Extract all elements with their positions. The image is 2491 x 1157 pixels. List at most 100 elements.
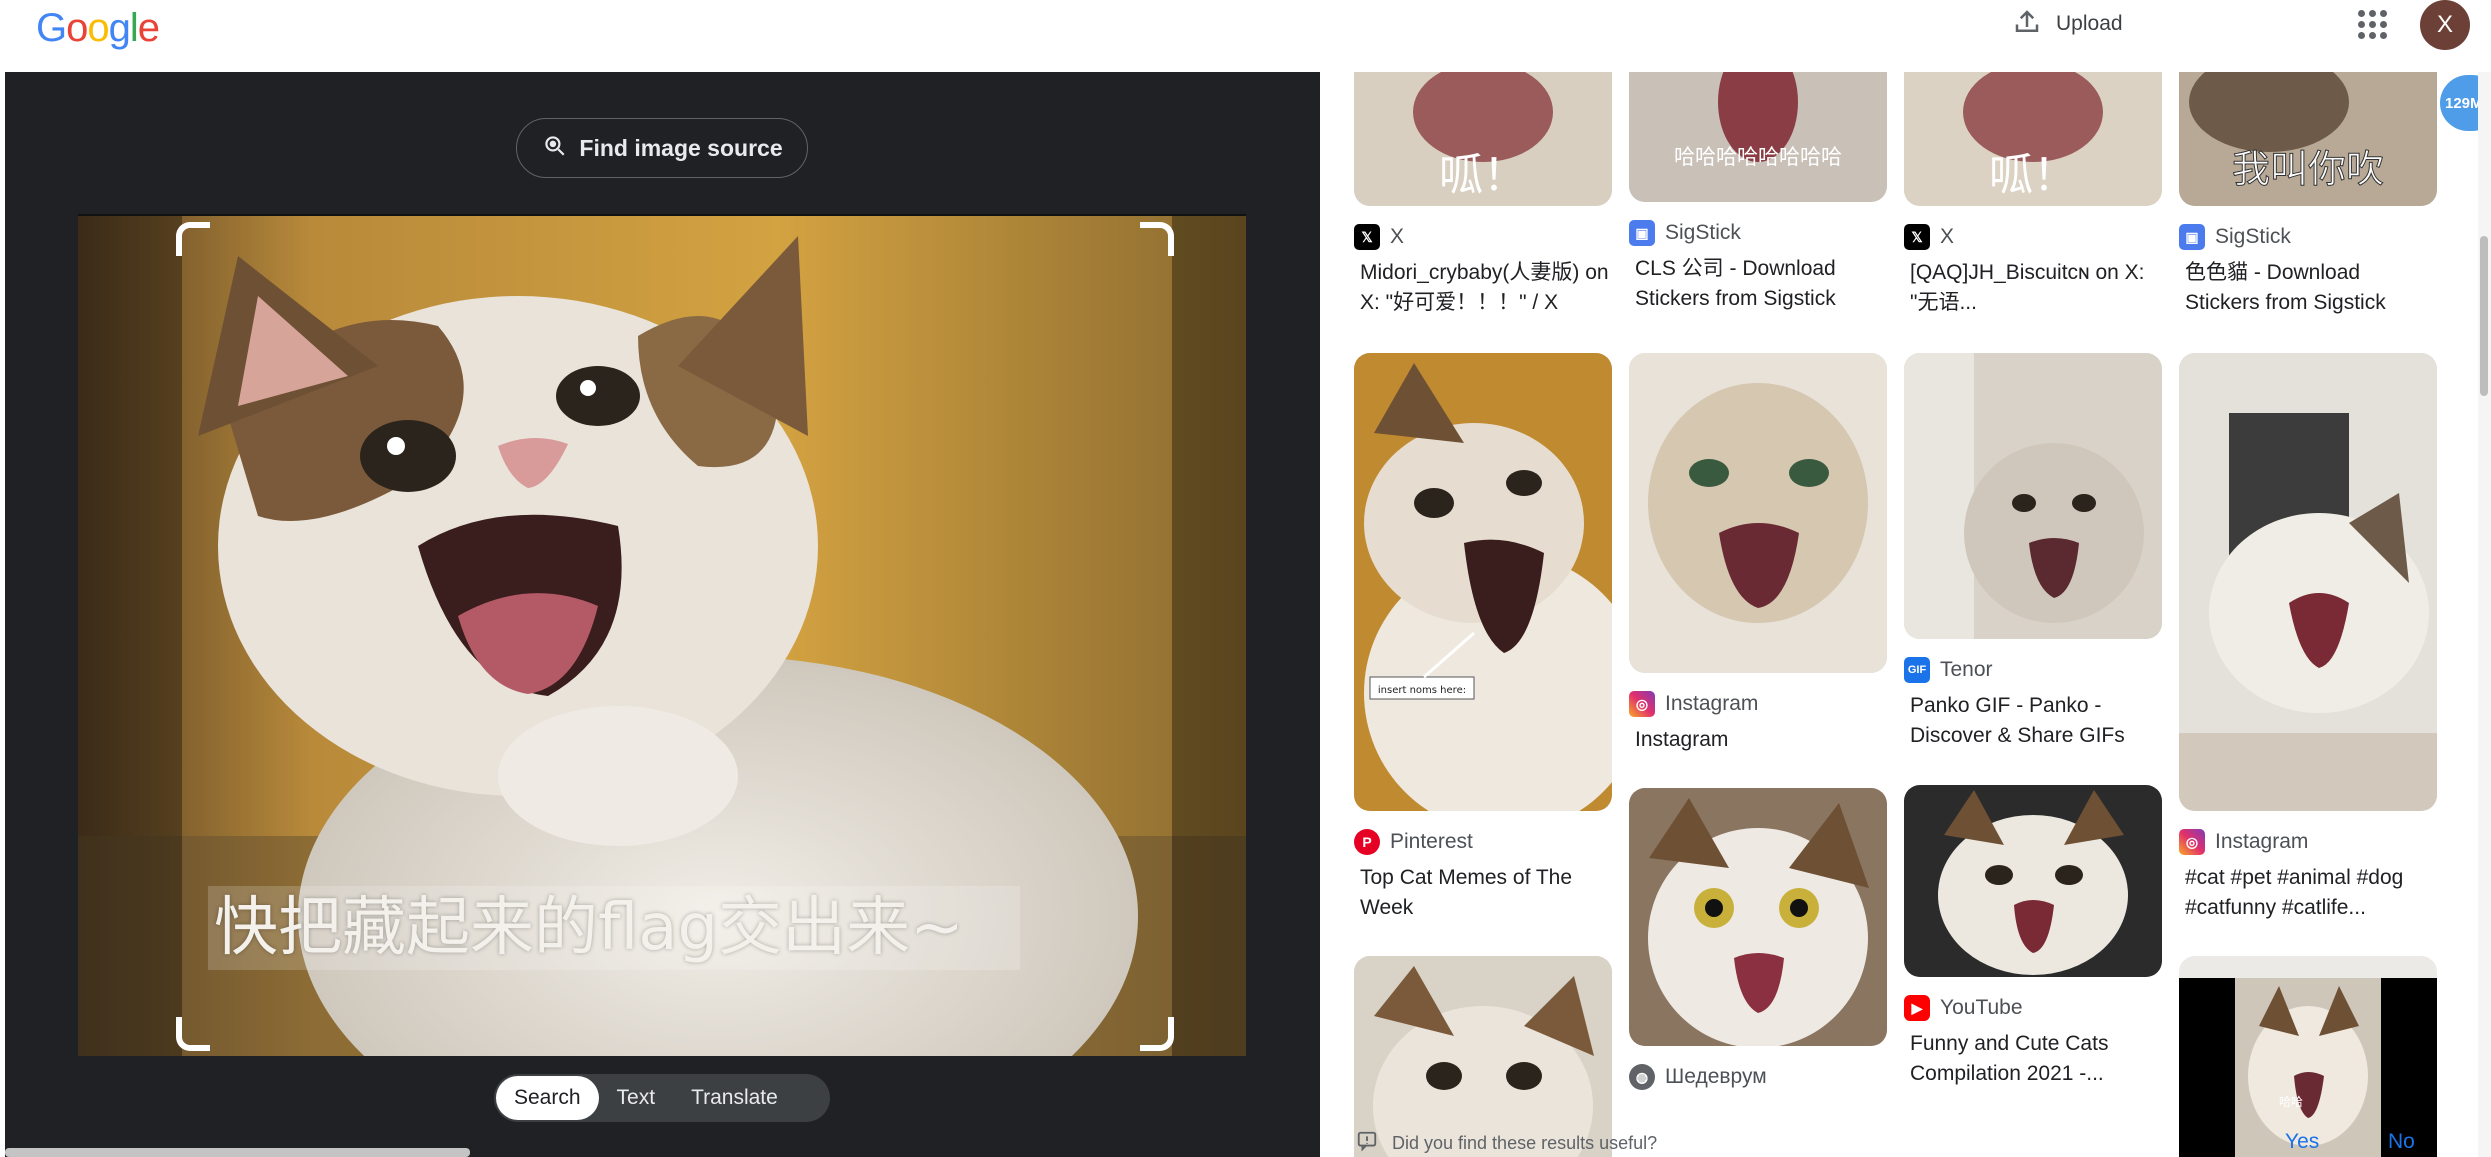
find-image-source-label: Find image source [579,134,783,161]
avatar-letter: X [2436,11,2453,38]
thumb-caption: 哈哈哈哈哈哈哈哈 [1674,145,1842,169]
source-name: Instagram [2215,830,2309,853]
image-caption-text: 快把藏起来的flag交出来~ [208,886,1020,970]
source-name: SigStick [2215,225,2291,248]
result-thumbnail[interactable] [1904,785,2162,977]
result-thumbnail[interactable]: insert noms here: [1354,353,1612,811]
logo-letter: e [137,6,160,50]
result-title[interactable]: Funny and Cute Cats Compilation 2021 -..… [1904,1029,2162,1089]
result-source: ◍ Шедеврум [1629,1064,1887,1090]
result-card[interactable]: 哈哈哈哈哈哈哈哈 ▣ SigStick CLS 公司 - Download St… [1629,72,1887,314]
result-title[interactable]: CLS 公司 - Download Stickers from Sigstick [1629,254,1887,314]
result-source: 𝕏 X [1354,224,1612,250]
result-card[interactable] [1354,956,1612,1157]
result-title[interactable]: #cat #pet #animal #dog #catfunny #catlif… [2179,863,2437,923]
result-title[interactable]: Panko GIF - Panko - Discover & Share GIF… [1904,691,2162,751]
result-thumbnail[interactable]: 呱！ [1904,72,2162,206]
source-name: X [1940,225,1955,248]
thumb-caption: insert noms here: [1378,685,1466,696]
result-thumbnail[interactable] [1354,956,1612,1157]
feedback-yes-button[interactable]: Yes [2285,1130,2319,1154]
youtube-icon: ▶ [1904,995,1930,1021]
feedback-no-button[interactable]: No [2388,1130,2415,1154]
thumb-caption: 呱！ [1989,150,2077,201]
tab-translate[interactable]: Translate [673,1076,796,1120]
result-card[interactable]: 呱！ 𝕏 X Midori_crybaby(人妻版) on X: "好可爱！！！… [1354,72,1612,318]
result-source: ▣ SigStick [1629,220,1887,246]
results-scrollbar-track[interactable] [2478,72,2491,1157]
upload-label: Upload [2056,12,2123,35]
visual-matches-grid: 呱！ 𝕏 X Midori_crybaby(人妻版) on X: "好可爱！！！… [1320,72,2491,1157]
logo-letter: l [129,6,139,50]
apps-grid-icon[interactable] [2354,6,2390,42]
feedback-prompt: Did you find these results useful? [1356,1130,1657,1157]
result-thumbnail[interactable] [2179,353,2437,811]
result-card[interactable]: 哈哈 [2179,956,2437,1157]
tenor-gif-icon: GIF [1904,657,1930,683]
thumb-caption: 哈哈 [2279,1095,2303,1109]
result-thumbnail[interactable] [1629,788,1887,1046]
x-logo-icon: 𝕏 [1904,224,1930,250]
result-card[interactable]: 呱！ 𝕏 X [QAQ]JH_Biscuitcɴ on X: "无语... [1904,72,2162,318]
result-thumbnail[interactable]: 哈哈 [2179,956,2437,1157]
upload-button[interactable]: Upload [2000,4,2135,44]
feedback-question: Did you find these results useful? [1392,1133,1658,1153]
result-source: 𝕏 X [1904,224,2162,250]
find-image-source-button[interactable]: Find image source [516,118,808,178]
result-title[interactable]: Top Cat Memes of The Week [1354,863,1612,923]
tab-search[interactable]: Search [496,1076,599,1120]
result-thumbnail[interactable] [1904,353,2162,639]
logo-letter: g [108,6,131,50]
result-card[interactable]: 我叫你吹 ▣ SigStick 色色貓 - Download Stickers … [2179,72,2437,318]
sigstick-icon: ▣ [2179,224,2205,250]
source-name: SigStick [1665,221,1741,244]
tab-text[interactable]: Text [599,1076,674,1120]
source-name: YouTube [1940,996,2023,1019]
result-card[interactable]: insert noms here: P Pinterest Top Cat Me… [1354,353,1612,923]
lens-search-icon [541,132,567,164]
result-title[interactable]: [QAQ]JH_Biscuitcɴ on X: "无语... [1904,258,2162,318]
lens-mode-switcher: Search Text Translate [494,1074,830,1122]
crop-handle-bottom-left[interactable] [176,1017,210,1051]
result-card[interactable]: ◍ Шедеврум [1629,788,1887,1090]
feedback-icon [1356,1130,1378,1157]
crop-dim-right [1172,216,1246,1056]
result-card[interactable]: ▶ YouTube Funny and Cute Cats Compilatio… [1904,785,2162,1089]
memory-usage-text: 129M [2445,94,2483,112]
result-thumbnail[interactable]: 我叫你吹 [2179,72,2437,206]
result-thumbnail[interactable] [1629,353,1887,673]
result-source: ▣ SigStick [2179,224,2437,250]
result-title[interactable]: 色色貓 - Download Stickers from Sigstick [2179,258,2437,318]
result-card[interactable]: ◎ Instagram #cat #pet #animal #dog #catf… [2179,353,2437,923]
result-title[interactable]: Midori_crybaby(人妻版) on X: "好可爱！！！" / X [1354,258,1612,318]
source-name: Шедеврум [1665,1065,1767,1088]
thumb-caption: 我叫你吹 [2232,147,2384,191]
sigstick-icon: ▣ [1629,220,1655,246]
result-title[interactable]: Instagram [1629,725,1887,755]
x-logo-icon: 𝕏 [1354,224,1380,250]
top-header: Google Upload X [0,0,2491,72]
source-name: X [1390,225,1405,248]
result-card[interactable]: ◎ Instagram Instagram [1629,353,1887,755]
crop-handle-top-left[interactable] [176,222,210,256]
result-source: P Pinterest [1354,829,1612,855]
crop-dim-left [78,216,182,1056]
crop-handle-bottom-right[interactable] [1140,1017,1174,1051]
horizontal-scrollbar[interactable] [5,1148,470,1157]
source-name: Pinterest [1390,830,1473,853]
thumb-caption: 呱！ [1439,150,1527,201]
account-avatar[interactable]: X [2420,0,2470,50]
instagram-icon: ◎ [1629,691,1655,717]
crop-handle-top-right[interactable] [1140,222,1174,256]
result-source: ◎ Instagram [1629,691,1887,717]
google-logo[interactable]: Google [36,6,160,51]
result-source: ▶ YouTube [1904,995,2162,1021]
globe-icon: ◍ [1629,1064,1655,1090]
results-scrollbar-thumb[interactable] [2480,236,2488,396]
result-thumbnail[interactable]: 哈哈哈哈哈哈哈哈 [1629,72,1887,202]
result-card[interactable]: GIF Tenor Panko GIF - Panko - Discover &… [1904,353,2162,751]
result-thumbnail[interactable]: 呱！ [1354,72,1612,206]
pinterest-icon: P [1354,829,1380,855]
source-name: Tenor [1940,658,1993,681]
logo-letter: G [36,6,67,50]
